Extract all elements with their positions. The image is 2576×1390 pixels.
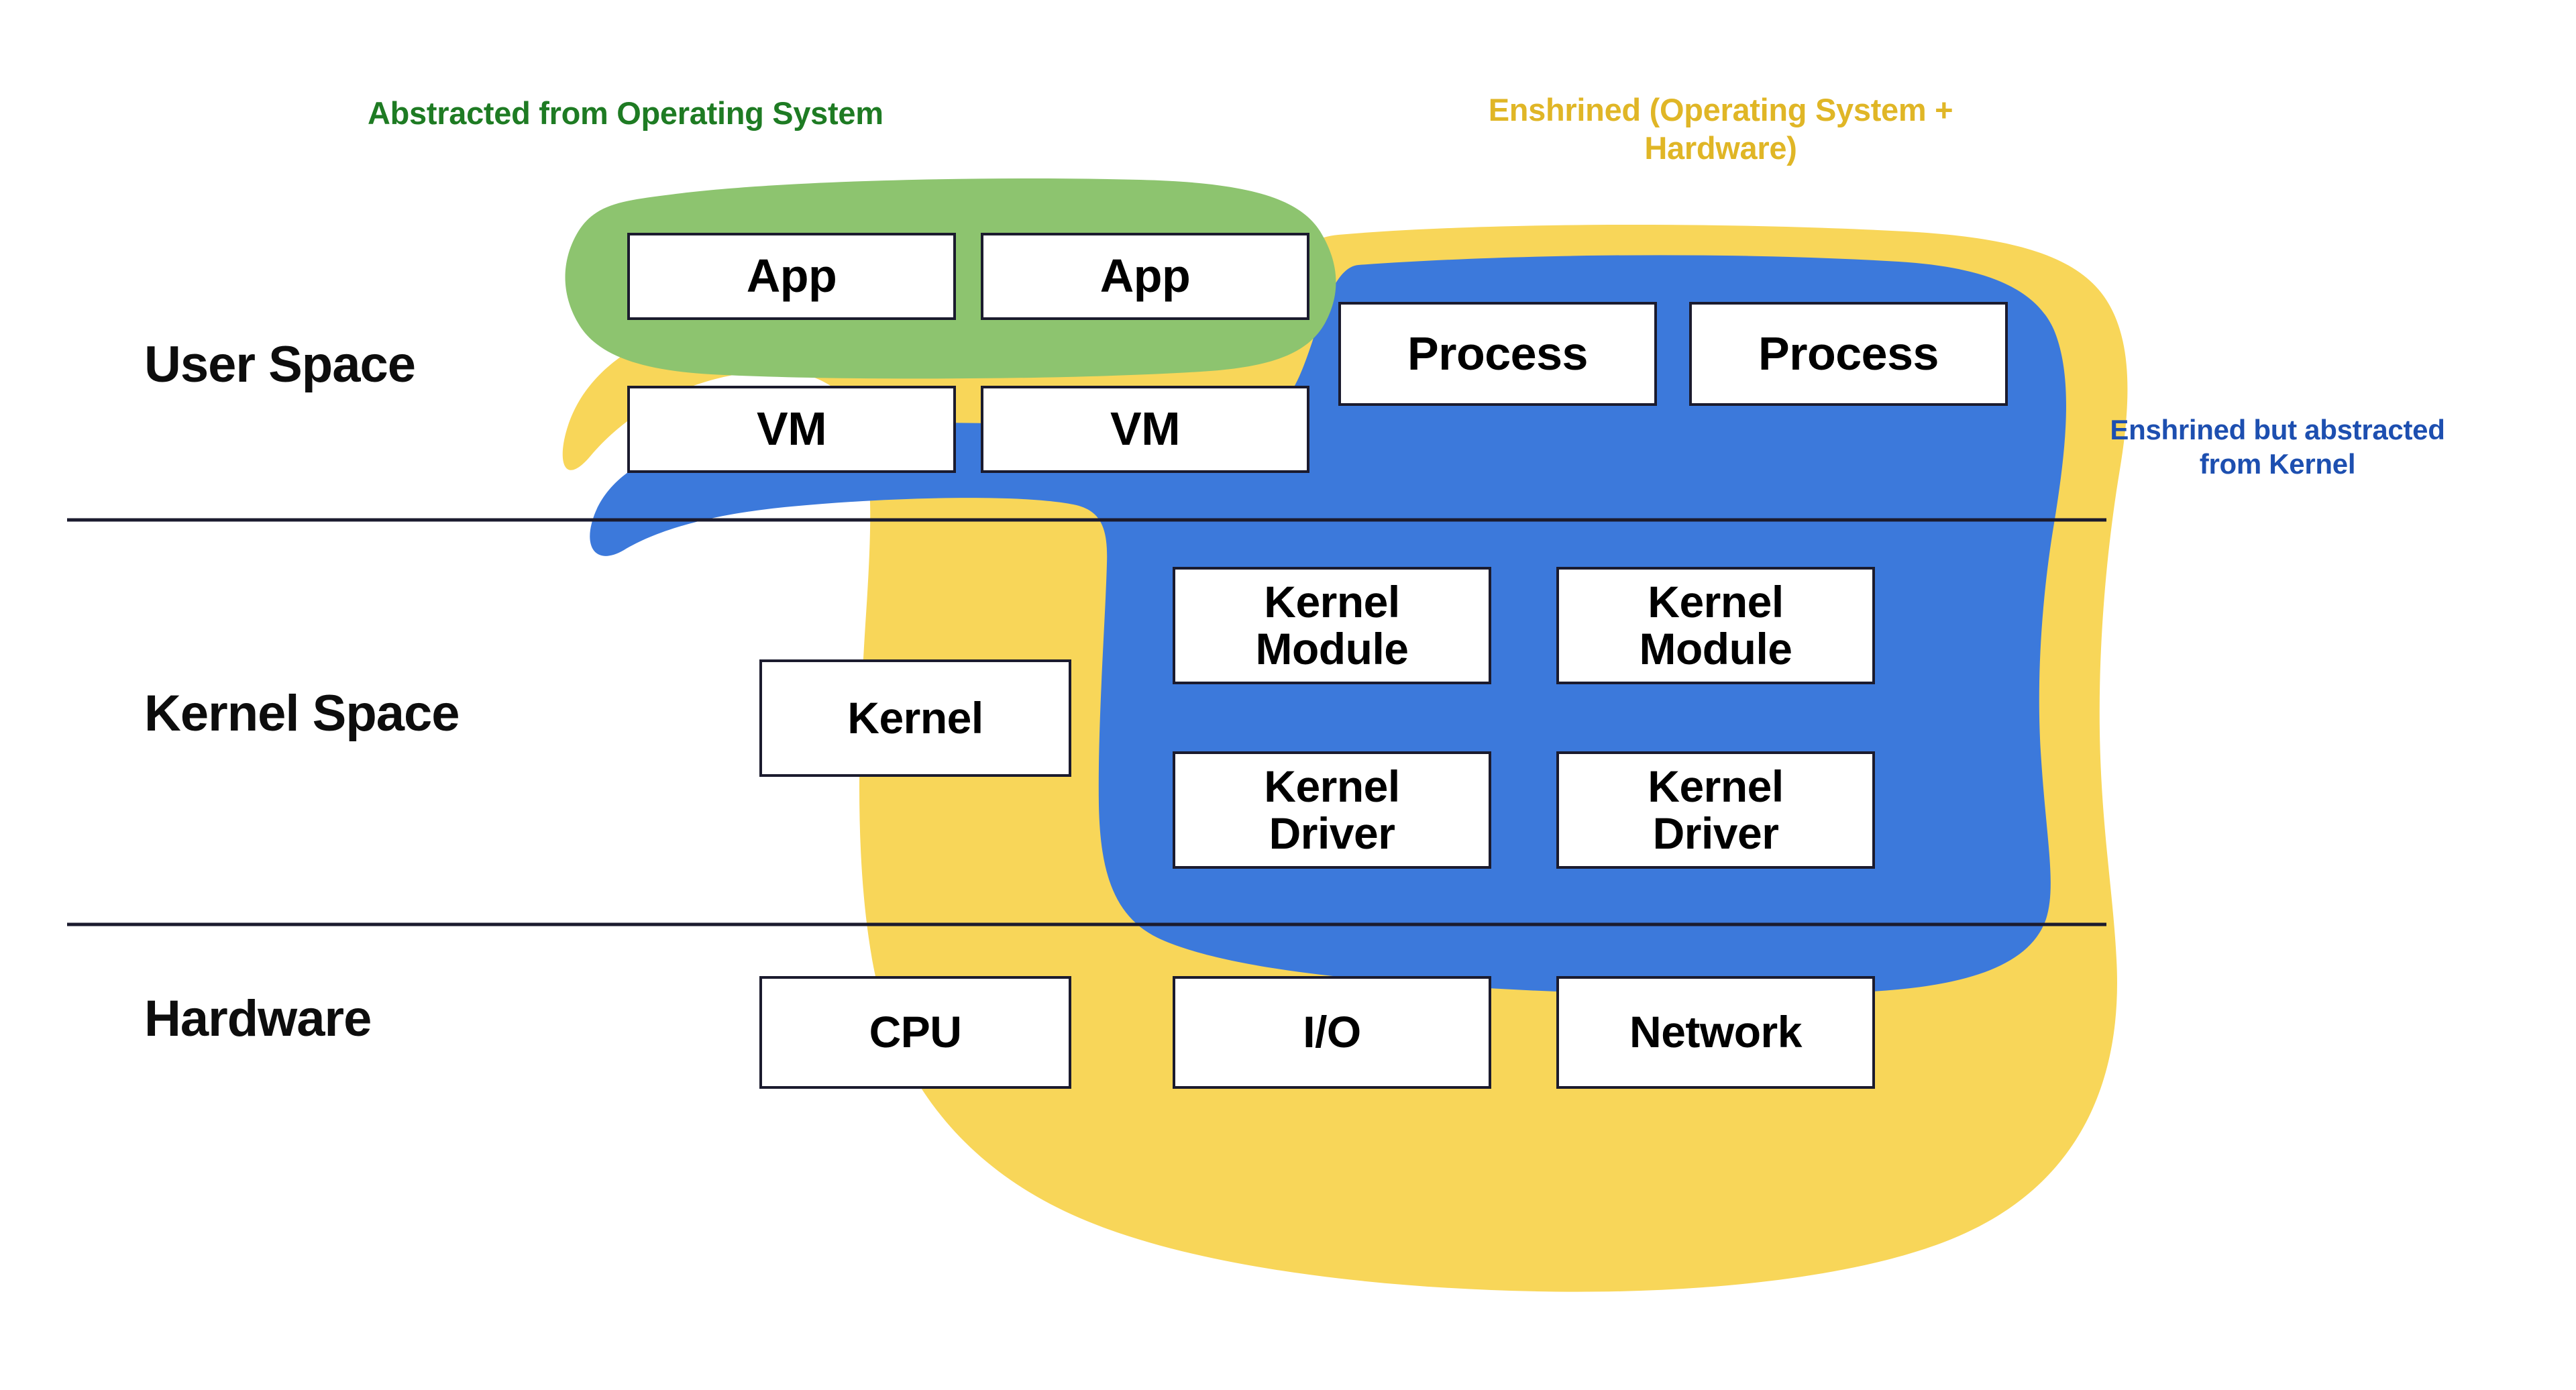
node-kernel[interactable]: Kernel bbox=[759, 659, 1071, 777]
node-kernel-module-1[interactable]: Kernel Module bbox=[1173, 567, 1491, 684]
node-app-1[interactable]: App bbox=[627, 233, 956, 320]
node-kernel-driver-1[interactable]: Kernel Driver bbox=[1173, 751, 1491, 869]
annotation-enshrined-line-2: Hardware) bbox=[1644, 130, 1797, 166]
node-kernel-driver-2-label: Kernel Driver bbox=[1648, 761, 1784, 858]
node-app-2[interactable]: App bbox=[981, 233, 1309, 320]
annotation-kernel-abstracted-line-1: Enshrined but abstracted bbox=[2110, 414, 2445, 445]
node-kernel-module-2[interactable]: Kernel Module bbox=[1556, 567, 1875, 684]
zone-label-user-space: User Space bbox=[144, 336, 416, 393]
node-vm-1[interactable]: VM bbox=[627, 386, 956, 473]
node-kernel-module-2-label: Kernel Module bbox=[1639, 577, 1792, 674]
annotation-enshrined-os-hardware: Enshrined (Operating System + Hardware) bbox=[1409, 91, 2033, 168]
zone-label-kernel-space: Kernel Space bbox=[144, 685, 460, 742]
annotation-enshrined-abstracted-from-kernel: Enshrined but abstracted from Kernel bbox=[2006, 413, 2549, 481]
annotation-enshrined-line-1: Enshrined (Operating System + bbox=[1488, 92, 1953, 127]
node-process-1[interactable]: Process bbox=[1338, 302, 1657, 406]
node-process-2[interactable]: Process bbox=[1689, 302, 2008, 406]
node-kernel-driver-2[interactable]: Kernel Driver bbox=[1556, 751, 1875, 869]
annotation-abstracted-from-os: Abstracted from Operating System bbox=[368, 95, 883, 131]
node-vm-2[interactable]: VM bbox=[981, 386, 1309, 473]
node-io[interactable]: I/O bbox=[1173, 976, 1491, 1089]
node-kernel-module-1-label: Kernel Module bbox=[1255, 577, 1409, 674]
diagram-canvas: User Space Kernel Space Hardware Abstrac… bbox=[0, 0, 2576, 1390]
annotation-kernel-abstracted-line-2: from Kernel bbox=[2199, 448, 2356, 480]
node-network[interactable]: Network bbox=[1556, 976, 1875, 1089]
node-kernel-driver-1-label: Kernel Driver bbox=[1264, 761, 1400, 858]
node-cpu[interactable]: CPU bbox=[759, 976, 1071, 1089]
zone-label-hardware: Hardware bbox=[144, 990, 372, 1047]
